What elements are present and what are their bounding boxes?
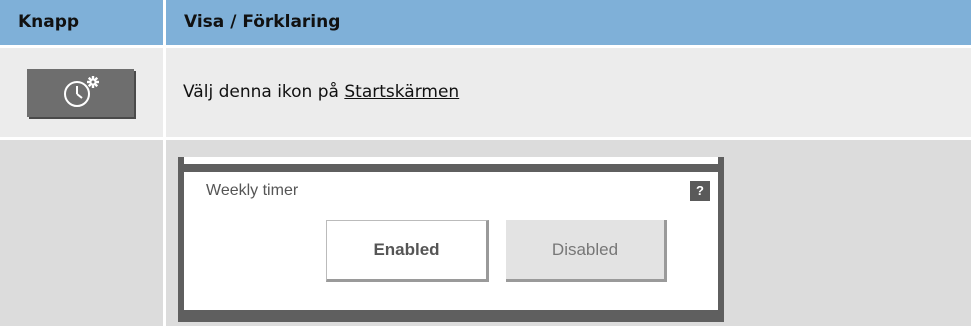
disabled-button[interactable]: Disabled [506,220,667,282]
row1-instruction: Välj denna ikon på Startskärmen [183,82,459,102]
header-label-explanation: Visa / Förklaring [184,12,341,32]
row2-button-cell [0,140,163,326]
row1-explanation-cell: Välj denna ikon på Startskärmen [166,48,971,137]
screenshot-top-strip [184,157,718,164]
start-screen-link[interactable]: Startskärmen [344,82,459,102]
clock-settings-button[interactable] [27,69,134,117]
clock-settings-icon [64,76,99,107]
row1-button-cell [0,48,163,137]
enabled-button[interactable]: Enabled [326,220,489,282]
weekly-timer-title: Weekly timer [206,182,299,199]
header-cell-explanation: Visa / Förklaring [166,0,971,45]
row1-instruction-text: Välj denna ikon på [183,82,345,102]
weekly-timer-screenshot: Weekly timer ? Enabled Disabled [178,157,724,322]
header-label-button: Knapp [18,12,80,32]
weekly-timer-panel: Weekly timer ? Enabled Disabled [184,172,718,310]
instruction-table: Knapp Visa / Förklaring Välj denna ikon … [0,0,971,326]
header-cell-button: Knapp [0,0,163,45]
row2-explanation-cell: Weekly timer ? Enabled Disabled [166,140,971,326]
help-button[interactable]: ? [690,181,710,201]
